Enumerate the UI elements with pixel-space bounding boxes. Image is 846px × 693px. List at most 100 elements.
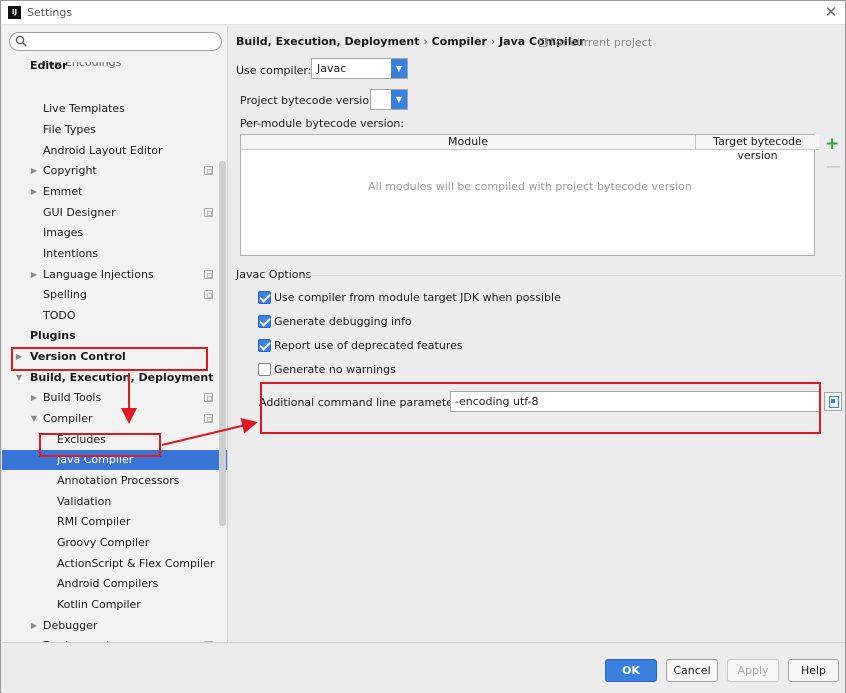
sidebar-item-rmi-compiler[interactable]: RMI Compiler [2, 512, 227, 532]
checkbox[interactable] [258, 339, 271, 352]
sidebar-item-todo[interactable]: TODO [2, 306, 227, 326]
project-scope-note: For current project [539, 36, 652, 49]
sidebar-item-annotation-processors[interactable]: Annotation Processors [2, 471, 227, 491]
remove-icon[interactable]: — [826, 158, 841, 174]
breadcrumb-item: Compiler [431, 35, 487, 48]
sidebar-item-file-types[interactable]: File Types [2, 120, 227, 140]
sidebar-item-gui-designer[interactable]: GUI Designer [2, 203, 227, 223]
per-module-label: Per-module bytecode version: [240, 117, 405, 130]
annotation-box-java-compiler [39, 433, 161, 457]
sidebar-item-label: Copyright [43, 164, 97, 178]
use-compiler-label: Use compiler: [236, 64, 312, 77]
annotation-box-build [11, 347, 208, 371]
sidebar-item-build-tools[interactable]: ▶ Build Tools [2, 388, 227, 408]
sidebar-item-label: Images [43, 226, 84, 240]
sidebar-item-spelling[interactable]: Spelling [2, 285, 227, 305]
search-input[interactable] [9, 32, 222, 51]
sidebar-item-copyright[interactable]: ▶ Copyright [2, 161, 227, 181]
expanded-arrow-icon[interactable]: ▼ [29, 409, 39, 429]
sidebar-item-kotlin-compiler[interactable]: Kotlin Compiler [2, 595, 227, 615]
project-scope-icon [204, 166, 213, 176]
section-divider [305, 275, 841, 276]
project-scope-icon [204, 269, 213, 279]
collapsed-arrow-icon[interactable]: ▶ [29, 616, 39, 636]
breadcrumb-separator: › [490, 35, 496, 48]
checkbox[interactable] [258, 315, 271, 328]
module-bytecode-table[interactable]: Module Target bytecode version All modul… [240, 134, 819, 256]
project-scope-icon [204, 207, 213, 217]
window-title: Settings [27, 6, 73, 19]
sidebar-item-debugger[interactable]: ▶ Debugger [2, 616, 227, 636]
sidebar-item-label: Android Layout Editor [43, 143, 163, 157]
sidebar-item-android-compilers[interactable]: Android Compilers [2, 574, 227, 594]
project-page-icon [539, 38, 547, 47]
chevron-down-icon[interactable]: ▼ [391, 59, 407, 78]
intellij-app-icon: IJ [8, 6, 21, 19]
sidebar-item-label: Annotation Processors [57, 474, 180, 487]
close-icon[interactable]: ✕ [823, 4, 839, 20]
expand-icon[interactable] [824, 392, 842, 411]
option-label: Generate no warnings [274, 363, 396, 376]
sidebar-item-compiler[interactable]: ▼ Compiler [2, 409, 227, 429]
sidebar-item-emmet[interactable]: ▶ Emmet [2, 182, 227, 202]
title-bar: IJ Settings ✕ [1, 1, 845, 25]
project-scope-icon [204, 393, 213, 403]
sidebar-item-language-injections[interactable]: ▶ Language Injections [2, 265, 227, 285]
chevron-down-icon[interactable]: ▼ [391, 90, 407, 109]
breadcrumb: Build, Execution, Deployment › Compiler … [236, 35, 584, 48]
checkbox[interactable] [258, 291, 271, 304]
settings-tree-sidebar: File Encodings Editor Live Templates File T… [2, 26, 228, 642]
sidebar-item-groovy-compiler[interactable]: Groovy Compiler [2, 533, 227, 553]
collapsed-arrow-icon[interactable]: ▶ [29, 161, 39, 181]
sidebar-item-label: Kotlin Compiler [57, 597, 141, 611]
sidebar-scrollbar[interactable] [219, 161, 226, 526]
add-icon[interactable]: + [825, 136, 839, 153]
sidebar-item-images[interactable]: Images [2, 223, 227, 243]
collapsed-arrow-icon[interactable]: ▶ [29, 388, 39, 408]
search-icon [15, 35, 27, 47]
project-scope-icon [204, 290, 213, 300]
sidebar-item-label: Emmet [43, 184, 83, 198]
sidebar-item-label: Validation [57, 494, 112, 508]
project-scope-label: For current project [550, 36, 653, 49]
breadcrumb-item: Build, Execution, Deployment [236, 35, 420, 48]
sidebar-item-label: Editor [30, 59, 68, 72]
option-label: Generate debugging info [274, 315, 412, 328]
empty-table-text: All modules will be compiled with projec… [368, 180, 692, 193]
sidebar-item-label: GUI Designer [43, 205, 116, 219]
sidebar-item-label: Debugger [43, 618, 98, 632]
option-label: Use compiler from module target JDK when… [274, 291, 561, 304]
option-label: Report use of deprecated features [274, 339, 463, 352]
sidebar-item-editor[interactable]: Editor [2, 56, 227, 76]
sidebar-item-label: Spelling [43, 288, 87, 302]
apply-button[interactable]: Apply [727, 659, 779, 682]
annotation-box-params [260, 382, 821, 434]
sidebar-item-label: Android Compilers [57, 577, 159, 591]
cancel-button[interactable]: Cancel [666, 659, 718, 682]
sidebar-item-label: Intentions [43, 246, 99, 260]
use-compiler-value: Javac [317, 62, 347, 75]
checkbox[interactable] [258, 363, 271, 376]
ok-button[interactable]: OK [605, 659, 657, 682]
column-header-target-version[interactable]: Target bytecode version [696, 135, 819, 162]
javac-options-heading: Javac Options [236, 268, 312, 281]
collapsed-arrow-icon[interactable]: ▶ [29, 265, 39, 285]
java-compiler-panel: Build, Execution, Deployment › Compiler … [229, 26, 845, 642]
sidebar-item-label: File Types [43, 122, 96, 136]
bytecode-version-select[interactable]: ▼ [370, 89, 408, 110]
sidebar-item-actionscript-flex-compiler[interactable]: ActionScript & Flex Compiler [2, 554, 227, 574]
column-header-module[interactable]: Module [241, 135, 696, 150]
sidebar-item-live-templates[interactable]: Live Templates [2, 99, 227, 119]
sidebar-item-validation[interactable]: Validation [2, 492, 227, 512]
sidebar-item-intentions[interactable]: Intentions [2, 244, 227, 264]
sidebar-item-label: RMI Compiler [57, 515, 131, 529]
sidebar-item-label: ActionScript & Flex Compiler [57, 556, 215, 570]
use-compiler-select[interactable]: Javac ▼ [311, 58, 408, 79]
sidebar-item-android-layout-editor[interactable]: Android Layout Editor [2, 141, 227, 161]
collapsed-arrow-icon[interactable]: ▶ [29, 182, 39, 202]
sidebar-item-plugins[interactable]: Plugins [2, 326, 227, 346]
project-scope-icon [204, 414, 213, 424]
sidebar-item-label: Language Injections [43, 267, 154, 281]
help-button[interactable]: Help [788, 659, 839, 682]
bytecode-version-label: Project bytecode version: [240, 94, 380, 107]
